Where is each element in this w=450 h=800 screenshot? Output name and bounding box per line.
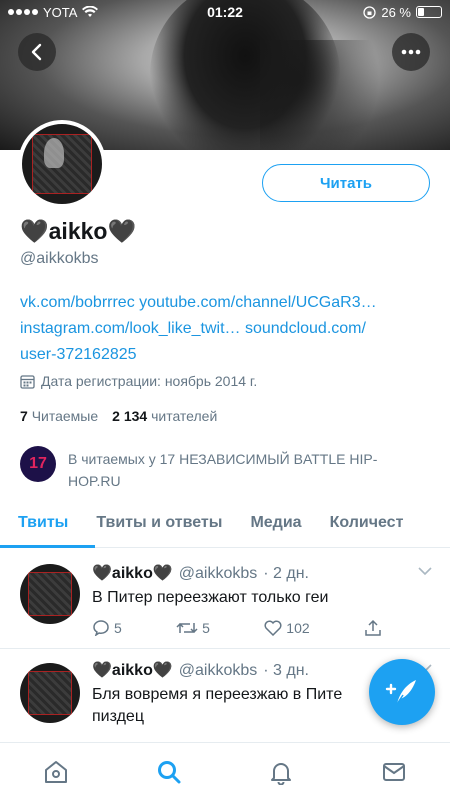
- signal-icon: [8, 9, 38, 15]
- tab-media[interactable]: Медиа: [250, 500, 301, 547]
- follow-button[interactable]: Читать: [262, 164, 430, 202]
- bio-link-line-1[interactable]: vk.com/bobrrrec youtube.com/channel/UCGa…: [20, 290, 440, 316]
- followed-by-avatar: 17: [20, 446, 56, 482]
- tweet-avatar[interactable]: [20, 663, 80, 723]
- back-button[interactable]: [18, 33, 56, 71]
- avatar-figure: [44, 138, 64, 168]
- profile-tabs: Твиты Твиты и ответы Медиа Количест: [0, 500, 450, 548]
- battery-icon: [416, 6, 442, 18]
- battery-percent: 26 %: [381, 4, 411, 20]
- nav-home[interactable]: [36, 752, 76, 792]
- reply-button[interactable]: 5: [92, 619, 122, 637]
- retweet-button[interactable]: 5: [176, 619, 210, 637]
- tweet-handle: @aikkokbs: [178, 662, 258, 679]
- compose-tweet-button[interactable]: [369, 659, 435, 725]
- banner-photo-hair: [260, 40, 380, 150]
- profile-avatar[interactable]: [18, 120, 106, 208]
- profile-bio: vk.com/bobrrrec youtube.com/channel/UCGa…: [20, 290, 440, 368]
- tweet-actions: 5 5 102: [92, 619, 382, 637]
- bell-icon: [271, 762, 292, 785]
- tab-tweets-and-replies[interactable]: Твиты и ответы: [96, 500, 222, 547]
- tweet[interactable]: 🖤aikko🖤 @aikkokbs · 2 дн. В Питер переезжа…: [0, 549, 450, 649]
- tweet-text: В Питер переезжают только геи: [92, 589, 329, 606]
- tweet-author-name[interactable]: 🖤aikko🖤: [92, 662, 173, 679]
- status-bar: YOTA 01:22 26 %: [0, 0, 450, 24]
- chevron-left-icon: [31, 43, 42, 61]
- active-tab-indicator: [0, 545, 95, 548]
- more-options-button[interactable]: [392, 33, 430, 71]
- tweet-avatar[interactable]: [20, 564, 80, 624]
- follow-stats: 7 Читаемые 2 134 читателей: [20, 408, 217, 424]
- search-icon: [157, 760, 181, 783]
- reply-icon: [93, 620, 109, 636]
- profile-handle: @aikkokbs: [20, 250, 99, 267]
- profile-name: 🖤aikko🖤: [20, 218, 137, 244]
- calendar-icon: [20, 374, 35, 389]
- bio-link-line-2[interactable]: instagram.com/look_like_twit… soundcloud…: [20, 316, 440, 342]
- tweet-time: · 2 дн.: [263, 565, 309, 582]
- clock: 01:22: [207, 4, 243, 20]
- join-date: Дата регистрации: ноябрь 2014 г.: [20, 373, 257, 389]
- tweet-author-name[interactable]: 🖤aikko🖤: [92, 565, 173, 582]
- followed-by[interactable]: 17 В читаемых у 17 НЕЗАВИСИМЫЙ BATTLE HI…: [20, 446, 430, 492]
- heart-icon: [264, 620, 282, 636]
- following-stat[interactable]: 7 Читаемые: [20, 408, 98, 424]
- more-dots-icon: [401, 49, 421, 55]
- retweet-icon: [176, 622, 198, 634]
- tab-tweets[interactable]: Твиты: [18, 500, 68, 547]
- share-icon: [365, 619, 381, 636]
- nav-messages[interactable]: [374, 752, 414, 792]
- bottom-navigation: [0, 742, 450, 800]
- followers-stat[interactable]: 2 134 читателей: [112, 408, 217, 424]
- bio-link-line-3[interactable]: user-372162825: [20, 342, 440, 368]
- tab-likes[interactable]: Количест: [330, 500, 404, 547]
- share-button[interactable]: [364, 619, 382, 637]
- wifi-icon: [82, 6, 99, 17]
- nav-search[interactable]: [149, 752, 189, 792]
- nav-notifications[interactable]: [261, 752, 301, 792]
- orientation-lock-icon: [363, 5, 377, 19]
- chevron-down-icon[interactable]: [418, 563, 432, 579]
- compose-feather-icon: [385, 680, 416, 705]
- home-icon: [45, 760, 68, 783]
- envelope-icon: [382, 762, 405, 781]
- tweet-handle: @aikkokbs: [178, 565, 258, 582]
- tweet-time: · 3 дн.: [263, 662, 309, 679]
- like-button[interactable]: 102: [264, 619, 310, 637]
- carrier-label: YOTA: [43, 4, 78, 20]
